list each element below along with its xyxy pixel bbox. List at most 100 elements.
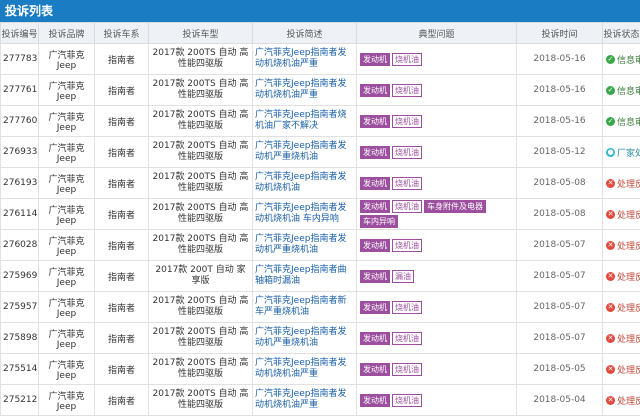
brief-link[interactable]: 广汽菲克Jeep指南者曲轴箱时漏油	[253, 261, 357, 292]
status-fail-icon: ✕	[606, 272, 615, 281]
header-id: 投诉编号	[1, 23, 39, 44]
issue-tag[interactable]: 发动机	[360, 146, 390, 159]
date-cell: 2018-05-12	[517, 137, 603, 168]
issue-tags-cell: 发动机烧机油	[357, 75, 517, 106]
issue-tag[interactable]: 发动机	[360, 200, 390, 213]
brand-cell: 广汽菲克Jeep	[39, 168, 95, 199]
issue-tag[interactable]: 发动机	[360, 53, 390, 66]
brief-link[interactable]: 广汽菲克Jeep指南者发动机烧机油	[253, 168, 357, 199]
issue-tag[interactable]: 发动机	[360, 239, 390, 252]
brief-link[interactable]: 广汽菲克Jeep指南者新车严重烧机油	[253, 292, 357, 323]
issue-tag[interactable]: 发动机	[360, 115, 390, 128]
table-row[interactable]: 275957广汽菲克Jeep指南者2017款 200TS 自动 高性能四驱版广汽…	[1, 292, 640, 323]
series-cell: 指南者	[95, 168, 149, 199]
brand-cell: 广汽菲克Jeep	[39, 137, 95, 168]
issue-tag[interactable]: 烧机油	[392, 332, 422, 345]
issue-tag[interactable]: 漏油	[392, 270, 414, 283]
issue-tag[interactable]: 发动机	[360, 301, 390, 314]
series-cell: 指南者	[95, 323, 149, 354]
model-cell: 2017款 200TS 自动 高性能四驱版	[149, 230, 253, 261]
date-cell: 2018-05-07	[517, 323, 603, 354]
header-brand: 投诉品牌	[39, 23, 95, 44]
brand-cell: 广汽菲克Jeep	[39, 44, 95, 75]
brief-link[interactable]: 广汽菲克Jeep指南者发动机烧机油 车内异响	[253, 199, 357, 230]
issue-tag[interactable]: 发动机	[360, 177, 390, 190]
table-row[interactable]: 276193广汽菲克Jeep指南者2017款 200TS 自动 高性能四驱版广汽…	[1, 168, 640, 199]
table-row[interactable]: 276933广汽菲克Jeep指南者2017款 200TS 自动 高性能四驱版广汽…	[1, 137, 640, 168]
table-header-row: 投诉编号 投诉品牌 投诉车系 投诉车型 投诉简述 典型问题 投诉时间 投诉状态	[1, 23, 640, 44]
issue-tags-cell: 发动机烧机油	[357, 137, 517, 168]
status-label: 处理反馈	[617, 335, 640, 345]
issue-tag[interactable]: 烧机油	[392, 200, 422, 213]
brief-link[interactable]: 广汽菲克Jeep指南者烧机油厂家不解决	[253, 106, 357, 137]
complaint-id: 275969	[1, 261, 39, 292]
status-cell: ●厂家处理	[603, 137, 640, 168]
issue-tag[interactable]: 烧机油	[392, 146, 422, 159]
header-series: 投诉车系	[95, 23, 149, 44]
status-label: 信息审核	[617, 118, 640, 128]
status-label: 厂家处理	[617, 149, 640, 159]
issue-tags-cell: 发动机漏油	[357, 261, 517, 292]
brief-link[interactable]: 广汽菲克Jeep指南者发动机严重烧机油	[253, 230, 357, 261]
status-label: 处理反馈	[617, 397, 640, 407]
complaint-id: 276933	[1, 137, 39, 168]
brief-link[interactable]: 广汽菲克Jeep指南者发动机烧机油严重	[253, 44, 357, 75]
issue-tag[interactable]: 车内异响	[360, 215, 398, 228]
issue-tag[interactable]: 烧机油	[392, 84, 422, 97]
issue-tag[interactable]: 发动机	[360, 270, 390, 283]
status-label: 处理反馈	[617, 180, 640, 190]
brief-link[interactable]: 广汽菲克Jeep指南者发动机严重烧机油	[253, 323, 357, 354]
status-label: 处理反馈	[617, 366, 640, 376]
series-cell: 指南者	[95, 44, 149, 75]
issue-tag[interactable]: 烧机油	[392, 239, 422, 252]
issue-tags-cell: 发动机烧机油	[357, 44, 517, 75]
issue-tag[interactable]: 烧机油	[392, 53, 422, 66]
complaint-id: 276114	[1, 199, 39, 230]
issue-tag[interactable]: 发动机	[360, 332, 390, 345]
brand-cell: 广汽菲克Jeep	[39, 292, 95, 323]
status-cell: ✕处理反馈	[603, 385, 640, 416]
table-row[interactable]: 275212广汽菲克Jeep指南者2017款 200TS 自动 高性能四驱版广汽…	[1, 385, 640, 416]
brief-link[interactable]: 广汽菲克Jeep指南者发动机烧机油严重	[253, 354, 357, 385]
status-fail-icon: ✕	[606, 179, 615, 188]
issue-tag[interactable]: 烧机油	[392, 363, 422, 376]
issue-tag[interactable]: 发动机	[360, 84, 390, 97]
model-cell: 2017款 200TS 自动 高性能四驱版	[149, 75, 253, 106]
issue-tag[interactable]: 烧机油	[392, 301, 422, 314]
status-proc-icon: ●	[606, 148, 615, 157]
date-cell: 2018-05-16	[517, 106, 603, 137]
model-cell: 2017款 200TS 自动 高性能四驱版	[149, 137, 253, 168]
table-row[interactable]: 276028广汽菲克Jeep指南者2017款 200TS 自动 高性能四驱版广汽…	[1, 230, 640, 261]
brand-cell: 广汽菲克Jeep	[39, 199, 95, 230]
table-row[interactable]: 275514广汽菲克Jeep指南者2017款 200TS 自动 高性能四驱版广汽…	[1, 354, 640, 385]
status-cell: ✕处理反馈	[603, 261, 640, 292]
issue-tag[interactable]: 烧机油	[392, 394, 422, 407]
complaint-id: 275514	[1, 354, 39, 385]
date-cell: 2018-05-07	[517, 292, 603, 323]
brand-cell: 广汽菲克Jeep	[39, 385, 95, 416]
issue-tag[interactable]: 发动机	[360, 363, 390, 376]
brief-link[interactable]: 广汽菲克Jeep指南者发动机严重烧机油	[253, 137, 357, 168]
issue-tag[interactable]: 烧机油	[392, 115, 422, 128]
status-cell: ✕处理反馈	[603, 354, 640, 385]
brief-link[interactable]: 广汽菲克Jeep指南者发动机烧机油严重	[253, 385, 357, 416]
issue-tags-cell: 发动机烧机油车身附件及电器车内异响	[357, 199, 517, 230]
status-cell: ✓信息审核	[603, 75, 640, 106]
issue-tag[interactable]: 烧机油	[392, 177, 422, 190]
issue-tag[interactable]: 车身附件及电器	[424, 200, 486, 213]
issue-tag[interactable]: 发动机	[360, 394, 390, 407]
issue-tags-cell: 发动机烧机油	[357, 230, 517, 261]
brand-cell: 广汽菲克Jeep	[39, 323, 95, 354]
brief-link[interactable]: 广汽菲克Jeep指南者发动机烧机油严重	[253, 75, 357, 106]
model-cell: 2017款 200TS 自动 高性能四驱版	[149, 44, 253, 75]
header-brief: 投诉简述	[253, 23, 357, 44]
table-row[interactable]: 275898广汽菲克Jeep指南者2017款 200TS 自动 高性能四驱版广汽…	[1, 323, 640, 354]
status-fail-icon: ✕	[606, 334, 615, 343]
table-row[interactable]: 277761广汽菲克Jeep指南者2017款 200TS 自动 高性能四驱版广汽…	[1, 75, 640, 106]
table-row[interactable]: 276114广汽菲克Jeep指南者2017款 200TS 自动 高性能四驱版广汽…	[1, 199, 640, 230]
header-status: 投诉状态	[603, 23, 640, 44]
table-row[interactable]: 277783广汽菲克Jeep指南者2017款 200TS 自动 高性能四驱版广汽…	[1, 44, 640, 75]
table-row[interactable]: 275969广汽菲克Jeep指南者2017款 200T 自动 家享版广汽菲克Je…	[1, 261, 640, 292]
table-row[interactable]: 277760广汽菲克Jeep指南者2017款 200TS 自动 高性能四驱版广汽…	[1, 106, 640, 137]
series-cell: 指南者	[95, 137, 149, 168]
